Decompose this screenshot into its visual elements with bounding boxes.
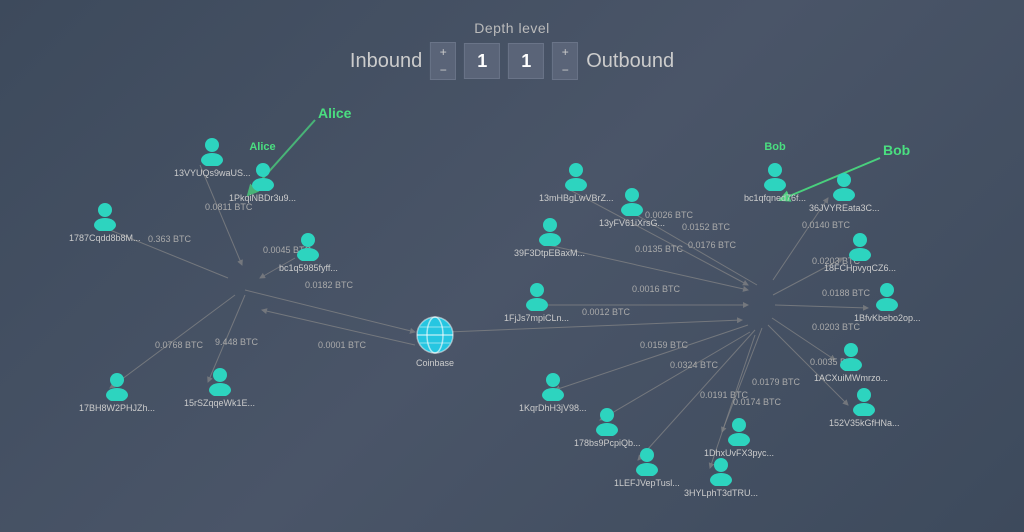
node-icon-nbc1q xyxy=(292,229,324,261)
node-label-coinbase: Coinbase xyxy=(416,358,454,368)
node-label-n3HYL: 3HYLphT3dTRU... xyxy=(684,488,758,498)
node-label-n1LEF: 1LEFJVepTusl... xyxy=(614,478,680,488)
outbound-minus-button[interactable]: − xyxy=(553,61,577,79)
node-icon-n36JV xyxy=(828,169,860,201)
node-icon-alice_node: Alice xyxy=(247,159,279,191)
node-icon-n1KqrD xyxy=(537,369,569,401)
inbound-plus-button[interactable]: + xyxy=(431,43,455,61)
node-n1BfvK[interactable]: 1BfvKbebo2op... xyxy=(854,279,921,323)
outbound-value: 1 xyxy=(508,43,544,79)
node-icon-n1BfvK xyxy=(871,279,903,311)
node-n17BH[interactable]: 17BH8W2PHJZh... xyxy=(79,369,155,413)
outbound-label: Outbound xyxy=(586,50,674,73)
node-label-n1BfvK: 1BfvKbebo2op... xyxy=(854,313,921,323)
node-icon-n1787 xyxy=(89,199,121,231)
node-label-n1FJs: 1FjJs7mpiCLn... xyxy=(504,313,569,323)
node-label-n1Dhx: 1DhxUvFX3pyc... xyxy=(704,448,774,458)
node-bob_node[interactable]: Bob bc1qfqned76f... xyxy=(744,159,806,203)
node-n13yF[interactable]: 13yFV61iXrsG... xyxy=(599,184,665,228)
node-icon-n18FC xyxy=(844,229,876,261)
node-label-n18FC: 18FCHpvyqCZ6... xyxy=(824,263,896,273)
inbound-label: Inbound xyxy=(350,50,422,73)
node-label-n15rS: 15rSZqqeWk1E... xyxy=(184,398,255,408)
node-icon-n1FJs xyxy=(521,279,553,311)
node-icon-n1ACX xyxy=(835,339,867,371)
outbound-plus-button[interactable]: + xyxy=(553,43,577,61)
node-icon-n1Dhx xyxy=(723,414,755,446)
node-n3HYL[interactable]: 3HYLphT3dTRU... xyxy=(684,454,758,498)
node-icon-n39F3 xyxy=(534,214,566,246)
node-n1ACX[interactable]: 1ACXuiMWmrzo... xyxy=(814,339,888,383)
node-icon-n13yF xyxy=(616,184,648,216)
depth-title: Depth level xyxy=(474,20,550,36)
node-name-alice_node: Alice xyxy=(249,141,275,153)
node-label-n1787: 1787Cqdd8b8M... xyxy=(69,233,141,243)
node-n178bs[interactable]: 178bs9PcpiQb... xyxy=(574,404,641,448)
inbound-minus-button[interactable]: − xyxy=(431,61,455,79)
node-label-n152V: 152V35kGfHNa... xyxy=(829,418,900,428)
node-n18FC[interactable]: 18FCHpvyqCZ6... xyxy=(824,229,896,273)
node-coinbase[interactable]: Coinbase xyxy=(414,314,456,368)
node-n1Dhx[interactable]: 1DhxUvFX3pyc... xyxy=(704,414,774,458)
inbound-value: 1 xyxy=(464,43,500,79)
node-icon-n13VY xyxy=(196,134,228,166)
node-label-n1ACX: 1ACXuiMWmrzo... xyxy=(814,373,888,383)
node-icon-n13mH xyxy=(560,159,592,191)
node-label-alice_node: 1PkqiNBDr3u9... xyxy=(229,193,296,203)
node-n1LEF[interactable]: 1LEFJVepTusl... xyxy=(614,444,680,488)
node-name-bob_node: Bob xyxy=(764,141,785,153)
node-n36JV[interactable]: 36JVYREata3C... xyxy=(809,169,880,213)
node-label-n13yF: 13yFV61iXrsG... xyxy=(599,218,665,228)
outbound-stepper[interactable]: + − xyxy=(552,42,578,80)
node-n152V[interactable]: 152V35kGfHNa... xyxy=(829,384,900,428)
inbound-stepper[interactable]: + − xyxy=(430,42,456,80)
node-n1FJs[interactable]: 1FjJs7mpiCLn... xyxy=(504,279,569,323)
node-label-bob_node: bc1qfqned76f... xyxy=(744,193,806,203)
depth-control: Depth level Inbound + − 1 1 + − Outbound xyxy=(350,20,674,80)
node-label-nbc1q: bc1q5985fyff... xyxy=(279,263,338,273)
node-n39F3[interactable]: 39F3DtpEBaxM... xyxy=(514,214,585,258)
node-icon-n17BH xyxy=(101,369,133,401)
node-icon-n15rS xyxy=(204,364,236,396)
node-label-n13VY: 13VYUQs9waUS... xyxy=(174,168,251,178)
node-icon-n1LEF xyxy=(631,444,663,476)
depth-controls-row: Inbound + − 1 1 + − Outbound xyxy=(350,42,674,80)
node-label-n17BH: 17BH8W2PHJZh... xyxy=(79,403,155,413)
node-icon-coinbase xyxy=(414,314,456,356)
node-label-n39F3: 39F3DtpEBaxM... xyxy=(514,248,585,258)
node-icon-n178bs xyxy=(591,404,623,436)
node-label-n36JV: 36JVYREata3C... xyxy=(809,203,880,213)
node-n15rS[interactable]: 15rSZqqeWk1E... xyxy=(184,364,255,408)
node-n13VY[interactable]: 13VYUQs9waUS... xyxy=(174,134,251,178)
node-nbc1q[interactable]: bc1q5985fyff... xyxy=(279,229,338,273)
node-n1787[interactable]: 1787Cqdd8b8M... xyxy=(69,199,141,243)
node-icon-n3HYL xyxy=(705,454,737,486)
node-icon-n152V xyxy=(848,384,880,416)
node-icon-bob_node: Bob xyxy=(759,159,791,191)
